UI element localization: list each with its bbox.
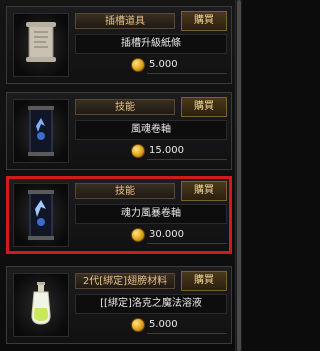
item-name: 魂力風暴卷軸: [75, 204, 227, 224]
item-thumbnail: [13, 99, 69, 163]
buy-button[interactable]: 購買: [181, 271, 227, 291]
price-divider: [147, 159, 227, 160]
item-category: 技能: [75, 183, 175, 199]
price-divider: [147, 243, 227, 244]
gold-coin-icon: [131, 58, 145, 72]
potion-bottle-icon: [31, 282, 51, 325]
item-name: [[綁定]洛克之魔法溶液: [75, 294, 227, 314]
buy-button[interactable]: 購買: [181, 11, 227, 31]
scroll-thumb[interactable]: [237, 0, 241, 351]
price-divider: [147, 73, 227, 74]
shop-item-card[interactable]: 2代[綁定]翅膀材料 購買 [[綁定]洛克之魔法溶液 5.000: [6, 266, 232, 344]
skill-scroll-icon: [28, 106, 54, 156]
skill-scroll-icon: [28, 190, 54, 240]
item-thumbnail: [13, 183, 69, 247]
item-name: 插槽升級紙條: [75, 34, 227, 54]
item-thumbnail: [13, 273, 69, 337]
paper-scroll-icon: [26, 22, 56, 62]
item-price: 30.000: [149, 229, 184, 240]
buy-button[interactable]: 購買: [181, 181, 227, 201]
scrollbar[interactable]: [235, 0, 242, 351]
item-category: 2代[綁定]翅膀材料: [75, 273, 175, 289]
item-price: 15.000: [149, 145, 184, 156]
item-thumbnail: [13, 13, 69, 77]
item-category: 插槽道具: [75, 13, 175, 29]
shop-item-card-selected[interactable]: 技能 購買 魂力風暴卷軸 30.000: [6, 176, 232, 254]
item-price: 5.000: [149, 59, 178, 70]
item-price: 5.000: [149, 319, 178, 330]
gold-coin-icon: [131, 318, 145, 332]
shop-item-card[interactable]: 插槽道具 購買 插槽升級紙條 5.000: [6, 6, 232, 84]
gold-coin-icon: [131, 144, 145, 158]
gold-coin-icon: [131, 228, 145, 242]
item-name: 風魂卷軸: [75, 120, 227, 140]
buy-button[interactable]: 購買: [181, 97, 227, 117]
shop-item-card[interactable]: 技能 購買 風魂卷軸 15.000: [6, 92, 232, 170]
item-category: 技能: [75, 99, 175, 115]
price-divider: [147, 333, 227, 334]
